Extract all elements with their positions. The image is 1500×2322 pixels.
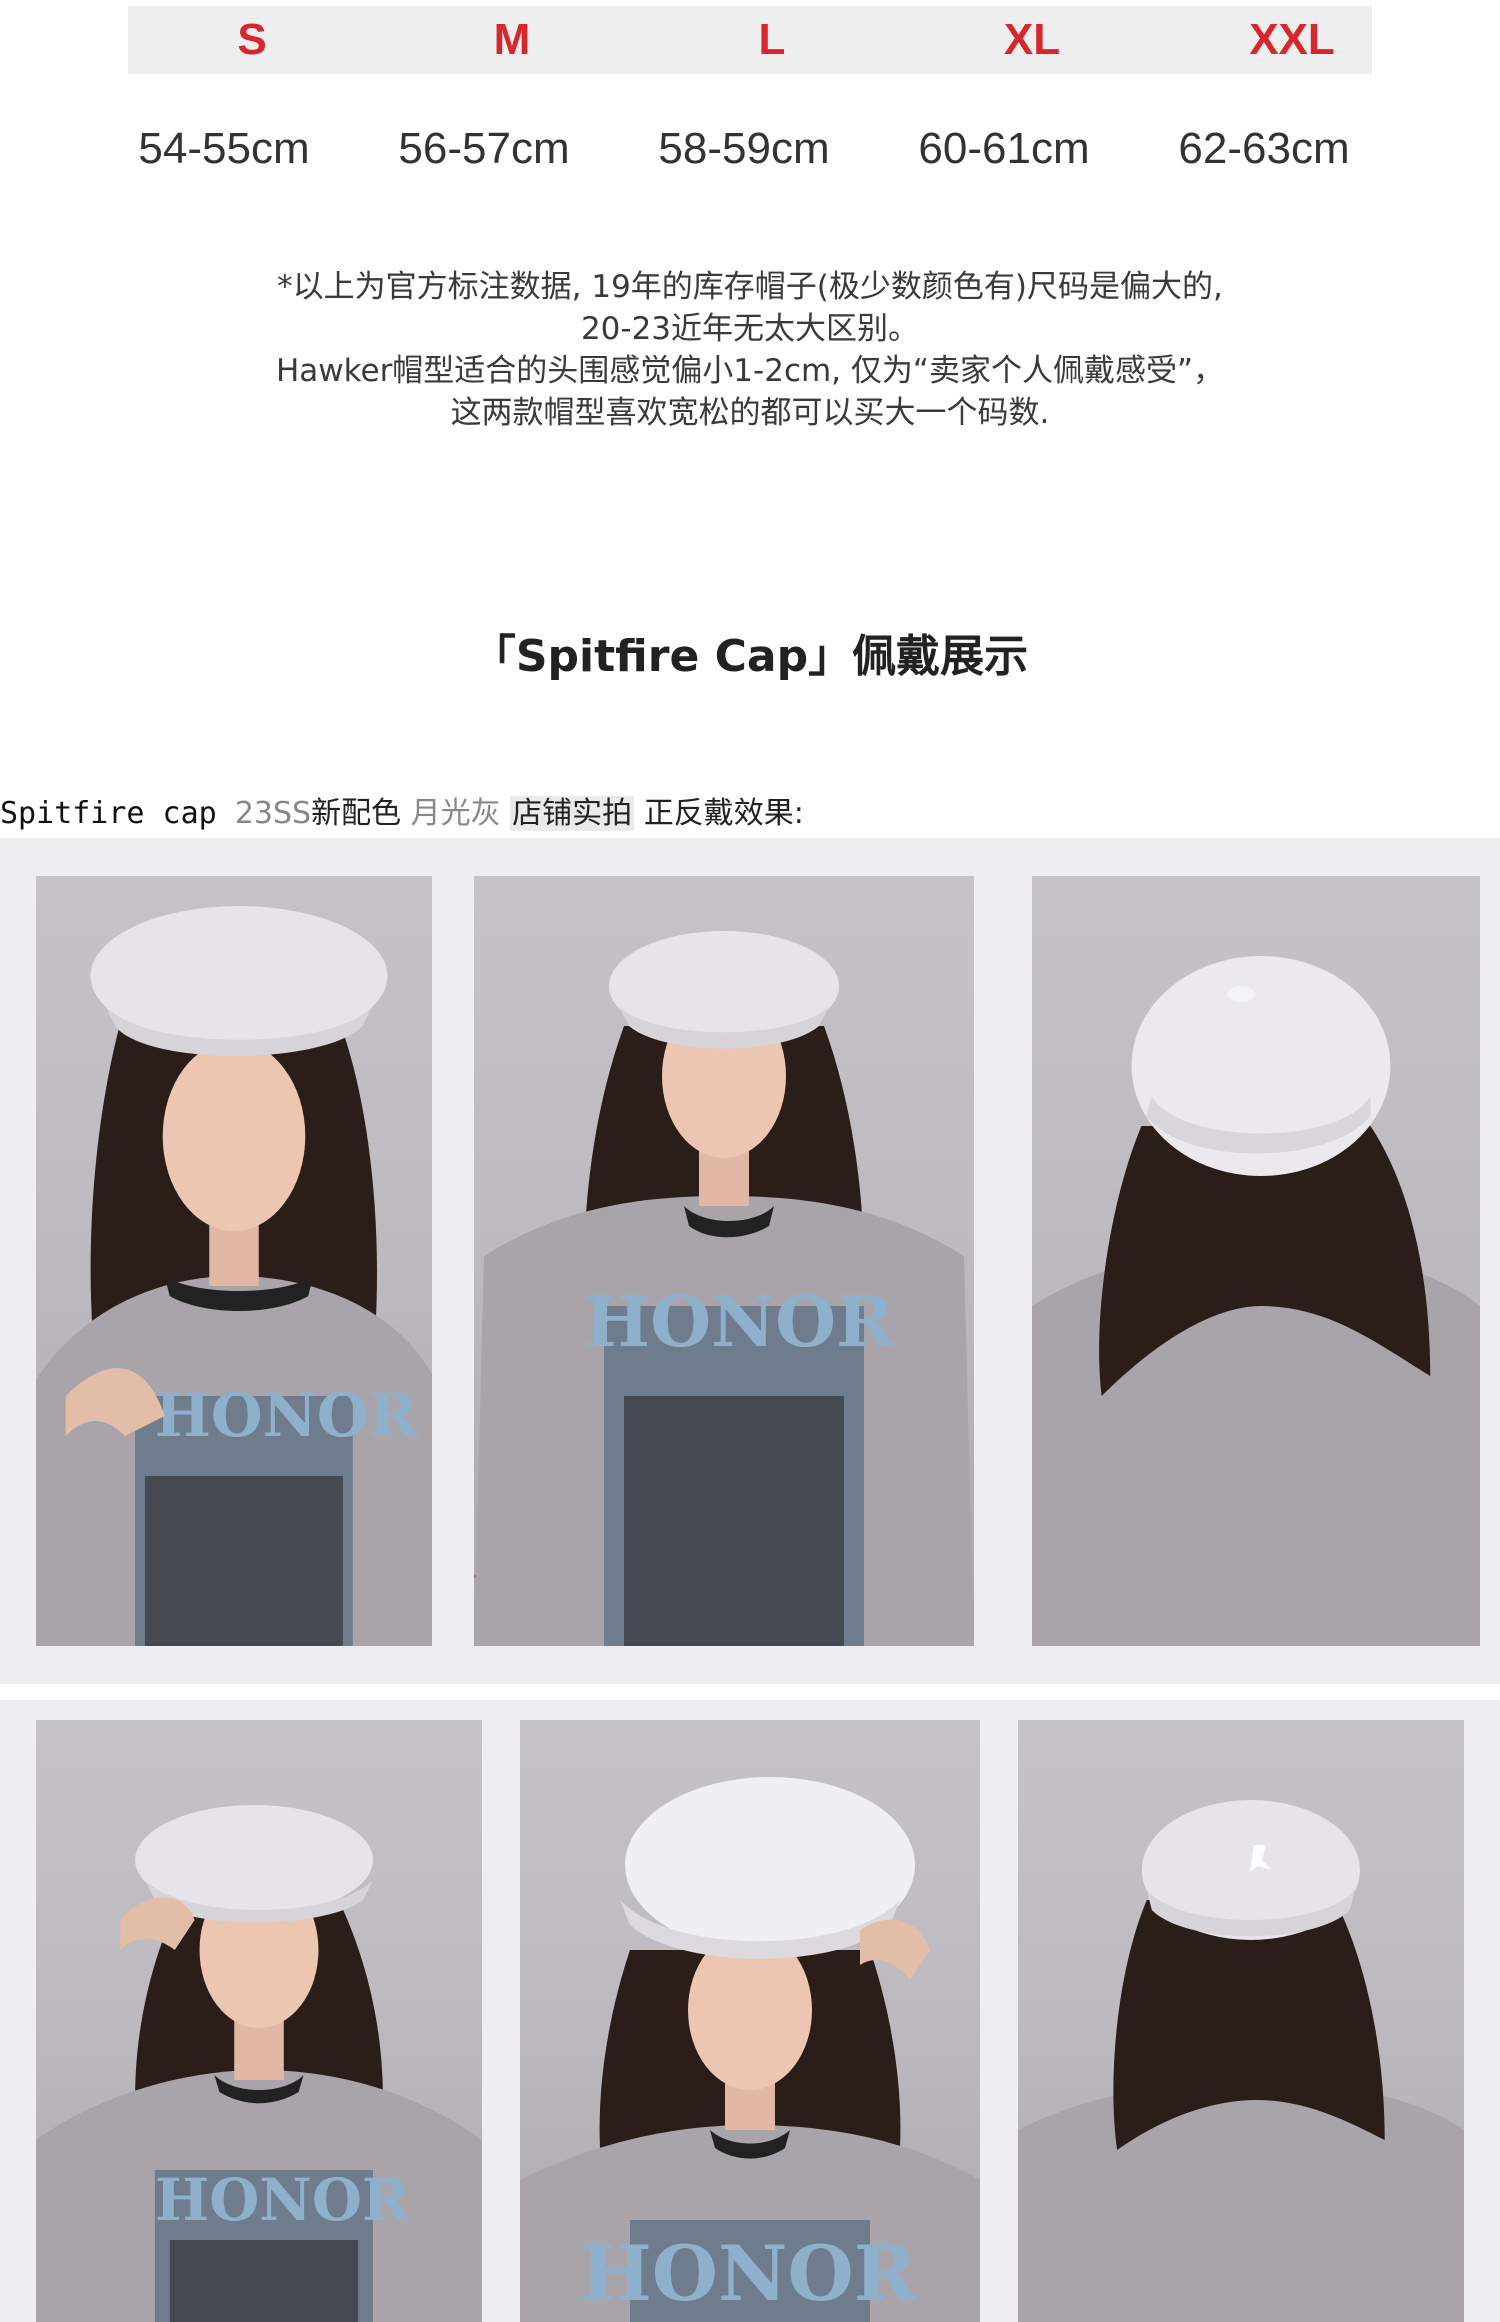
photo-caption: Spitfire cap 23SS新配色 月光灰 店铺实拍 正反戴效果: [0, 793, 804, 835]
caption-wear-effect: 正反戴效果: [643, 796, 804, 831]
circumference-xl: 60-61cm [918, 124, 1090, 173]
model-photo-front-2: HONOR [474, 876, 974, 1646]
model-front-illustration: HONOR [36, 906, 432, 1646]
svg-text:HONOR: HONOR [584, 1280, 895, 1363]
caption-new-color: 新配色 [311, 796, 411, 831]
model-photo-front-1: HONOR [36, 876, 432, 1646]
model-back-illustration [1032, 956, 1480, 1646]
svg-text:HONOR: HONOR [580, 2229, 918, 2318]
svg-text:HONOR: HONOR [155, 1381, 419, 1451]
model-photo-front-3: HONOR [36, 1720, 482, 2322]
size-chart-header: S M L XL XXL [128, 6, 1372, 74]
size-label-l: L [758, 15, 786, 64]
model-front-illustration: HONOR [520, 1777, 980, 2322]
size-note-line-4: 这两款帽型喜欢宽松的都可以买大一个码数. [450, 395, 1050, 431]
caption-season: 23SS [234, 796, 312, 831]
model-front-illustration: HONOR [474, 931, 974, 1646]
size-note-line-3: Hawker帽型适合的头围感觉偏小1-2cm, 仅为“卖家个人佩戴感受”， [275, 353, 1225, 389]
model-photo-back-1 [1032, 876, 1480, 1646]
size-label-xl: XL [1003, 15, 1061, 64]
size-label-m: M [493, 15, 531, 64]
size-note-line-1: *以上为官方标注数据, 19年的库存帽子(极少数颜色有)尺码是偏大的, [277, 269, 1223, 305]
photo-band-top: HONOR HONOR [0, 838, 1500, 1684]
section-title: 「Spitfire Cap」佩戴展示 [471, 631, 1029, 682]
circumference-s: 54-55cm [138, 124, 310, 173]
caption-product: Spitfire cap [0, 796, 235, 831]
caption-store-photo: 店铺实拍 [510, 796, 635, 831]
size-note-line-2: 20-23近年无太大区别。 [580, 311, 920, 347]
model-photo-front-4: HONOR [520, 1720, 980, 2322]
size-label-xxl: XXL [1249, 15, 1335, 64]
size-label-s: S [237, 15, 267, 64]
circumference-l: 58-59cm [658, 124, 830, 173]
photo-band-bottom: HONOR HONOR [0, 1700, 1500, 2322]
circumference-xxl: 62-63cm [1178, 124, 1350, 173]
circumference-m: 56-57cm [398, 124, 570, 173]
model-back-illustration [1018, 1800, 1464, 2322]
model-front-illustration: HONOR [36, 1805, 482, 2322]
caption-color-name: 月光灰 [410, 796, 501, 831]
svg-text:HONOR: HONOR [155, 2166, 411, 2234]
model-photo-back-2 [1018, 1720, 1464, 2322]
